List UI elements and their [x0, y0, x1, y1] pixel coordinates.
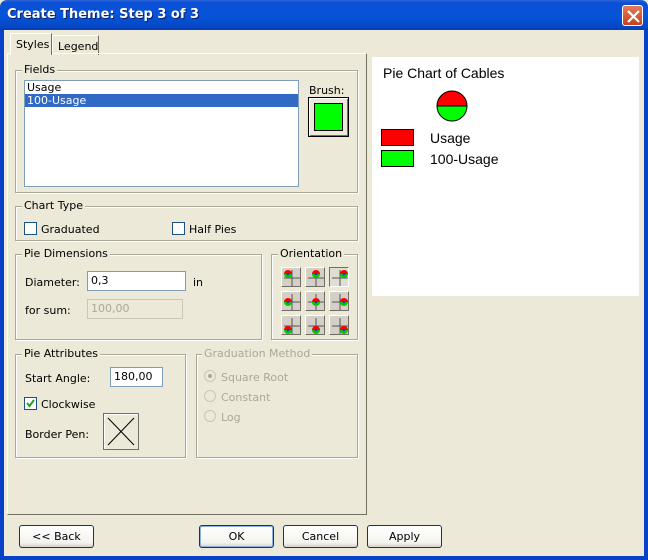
anchor-pie-icon — [308, 294, 324, 310]
constant-label: Constant — [221, 391, 271, 404]
close-icon — [627, 10, 640, 23]
brush-button[interactable] — [308, 97, 349, 137]
title-bar: Create Theme: Step 3 of 3 — [0, 0, 648, 30]
ok-button[interactable]: OK — [199, 525, 274, 548]
window-frame-left — [0, 30, 4, 560]
anchor-pie-icon — [332, 318, 348, 334]
square-root-label: Square Root — [221, 371, 289, 384]
close-button[interactable] — [622, 5, 643, 26]
tab-styles[interactable]: Styles — [10, 33, 52, 55]
border-pen-button[interactable] — [103, 413, 139, 450]
chart-type-group-label: Chart Type — [22, 199, 85, 212]
no-pen-icon — [107, 417, 135, 446]
window-title: Create Theme: Step 3 of 3 — [7, 7, 200, 22]
orientation-bottom-left-button[interactable] — [281, 315, 301, 335]
start-angle-label: Start Angle: — [25, 372, 91, 385]
graduated-label: Graduated — [41, 223, 100, 236]
orientation-top-left-button[interactable] — [281, 267, 301, 287]
log-label: Log — [221, 411, 241, 424]
orientation-middle-right-button[interactable] — [329, 291, 349, 311]
pie-dimensions-group — [15, 254, 262, 340]
preview-title: Pie Chart of Cables — [383, 65, 505, 81]
list-item-selected[interactable]: 100-Usage — [25, 94, 298, 107]
diameter-input[interactable]: 0,3 — [87, 271, 186, 291]
anchor-pie-icon — [332, 270, 348, 286]
for-sum-input[interactable]: 100,00 — [87, 299, 183, 319]
legend-swatch-usage — [381, 129, 414, 146]
fields-listbox[interactable]: Usage 100-Usage — [24, 80, 299, 187]
radio-dot — [208, 374, 212, 378]
graduation-method-group — [196, 354, 358, 458]
legend-label-100-usage: 100-Usage — [430, 151, 499, 167]
log-radio[interactable] — [204, 410, 216, 422]
border-pen-label: Border Pen: — [25, 428, 90, 441]
legend-swatch-100-usage — [381, 150, 414, 167]
clockwise-checkbox[interactable] — [24, 397, 37, 410]
orientation-bottom-right-button[interactable] — [329, 315, 349, 335]
checkmark-icon — [26, 399, 35, 408]
window-frame-bottom — [0, 556, 648, 560]
square-root-radio[interactable] — [204, 370, 216, 382]
anchor-pie-icon — [308, 270, 324, 286]
pie-attributes-group-label: Pie Attributes — [22, 347, 101, 360]
back-button[interactable]: << Back — [19, 525, 94, 548]
half-pies-checkbox[interactable] — [172, 222, 185, 235]
orientation-bottom-center-button[interactable] — [305, 315, 325, 335]
fields-group-label: Fields — [22, 63, 58, 76]
start-angle-input[interactable]: 180,00 — [110, 367, 163, 387]
apply-button[interactable]: Apply — [367, 525, 442, 548]
for-sum-label: for sum: — [25, 304, 71, 317]
graduated-checkbox[interactable] — [24, 222, 37, 235]
brush-swatch — [314, 103, 343, 131]
window-frame-right — [644, 30, 648, 560]
orientation-top-right-button[interactable] — [329, 267, 349, 287]
pie-dimensions-group-label: Pie Dimensions — [22, 247, 110, 260]
theme-preview: Pie Chart of Cables Usage 100-Usage — [372, 57, 639, 296]
pie-preview-icon — [436, 90, 468, 122]
tab-legend[interactable]: Legend — [52, 35, 99, 55]
orientation-center-button[interactable] — [305, 291, 325, 311]
constant-radio[interactable] — [204, 390, 216, 402]
legend-label-usage: Usage — [430, 130, 471, 146]
orientation-top-center-button[interactable] — [305, 267, 325, 287]
orientation-middle-left-button[interactable] — [281, 291, 301, 311]
diameter-label: Diameter: — [25, 276, 80, 289]
cancel-button[interactable]: Cancel — [283, 525, 358, 548]
anchor-pie-icon — [284, 270, 300, 286]
anchor-pie-icon — [308, 318, 324, 334]
graduation-method-group-label: Graduation Method — [202, 347, 313, 360]
anchor-pie-icon — [332, 294, 348, 310]
diameter-unit: in — [193, 276, 204, 289]
half-pies-label: Half Pies — [189, 223, 237, 236]
anchor-pie-icon — [284, 294, 300, 310]
tab-legend-label: Legend — [58, 40, 99, 53]
clockwise-label: Clockwise — [41, 398, 96, 411]
orientation-group-label: Orientation — [278, 247, 345, 260]
anchor-pie-icon — [284, 318, 300, 334]
tab-styles-label: Styles — [16, 38, 50, 51]
brush-label: Brush: — [309, 84, 345, 97]
list-item[interactable]: Usage — [25, 81, 298, 94]
